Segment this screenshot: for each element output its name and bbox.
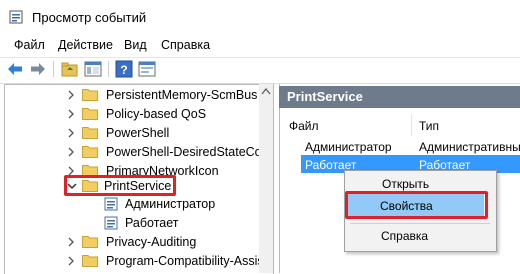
scroll-up-icon[interactable] [261, 87, 271, 95]
log-icon [104, 216, 118, 230]
chevron-down-icon[interactable] [67, 181, 77, 191]
forward-arrow-icon[interactable] [29, 60, 47, 78]
row-type[interactable]: Административны [419, 140, 520, 154]
menu-file[interactable]: Файл [14, 38, 45, 52]
column-header-file[interactable]: Файл [289, 119, 319, 133]
toolbar-separator [53, 61, 54, 77]
folder-icon [82, 236, 98, 248]
tree-item-label: Администратор [125, 197, 216, 211]
column-divider[interactable] [411, 114, 412, 136]
menu-action[interactable]: Действие [58, 38, 113, 52]
tree-item-label: PersistentMemory-ScmBus [106, 88, 258, 102]
event-viewer-icon [9, 10, 23, 24]
folder-icon [82, 108, 98, 120]
properties-icon[interactable] [138, 60, 156, 78]
chevron-right-icon[interactable] [66, 109, 76, 119]
folder-open-icon [82, 180, 98, 192]
tree-item-label: PowerShell-DesiredStateConf [106, 145, 273, 159]
folder-up-icon[interactable] [61, 60, 79, 78]
column-header-type[interactable]: Тип [419, 119, 439, 133]
folder-icon [82, 127, 98, 139]
folder-icon [82, 89, 98, 101]
context-menu-open[interactable]: Открыть [382, 177, 429, 191]
help-icon[interactable]: ? [115, 60, 133, 78]
log-icon [104, 197, 118, 211]
chevron-right-icon[interactable] [66, 147, 76, 157]
svg-text:?: ? [120, 63, 127, 77]
folder-icon [82, 255, 98, 267]
tree-item-label: Privacy-Auditing [106, 235, 197, 249]
folder-icon [82, 146, 98, 158]
back-arrow-icon[interactable] [6, 60, 24, 78]
tree-item-label: Policy-based QoS [106, 107, 207, 121]
row-file[interactable]: Администратор [305, 140, 392, 154]
tree-item-label: PowerShell [106, 126, 170, 140]
chevron-right-icon[interactable] [66, 128, 76, 138]
toolbar-separator [108, 61, 109, 77]
tree-item-label: Program-Compatibility-Assis [106, 254, 264, 268]
chevron-right-icon[interactable] [66, 256, 76, 266]
chevron-right-icon[interactable] [66, 237, 76, 247]
window-title: Просмотр событий [32, 10, 147, 25]
tree-item-label: Работает [125, 216, 179, 230]
tree-item-label: PrintService [104, 179, 172, 193]
context-menu-properties[interactable]: Свойства [380, 199, 433, 213]
menu-help[interactable]: Справка [161, 38, 210, 52]
panel-title: PrintService [287, 89, 363, 104]
show-hide-tree-icon[interactable] [84, 60, 102, 78]
chevron-right-icon[interactable] [66, 90, 76, 100]
context-menu-separator [350, 223, 490, 224]
menu-view[interactable]: Вид [124, 38, 147, 52]
context-menu-help[interactable]: Справка [381, 229, 428, 243]
tree-scrollbar[interactable] [259, 84, 273, 273]
